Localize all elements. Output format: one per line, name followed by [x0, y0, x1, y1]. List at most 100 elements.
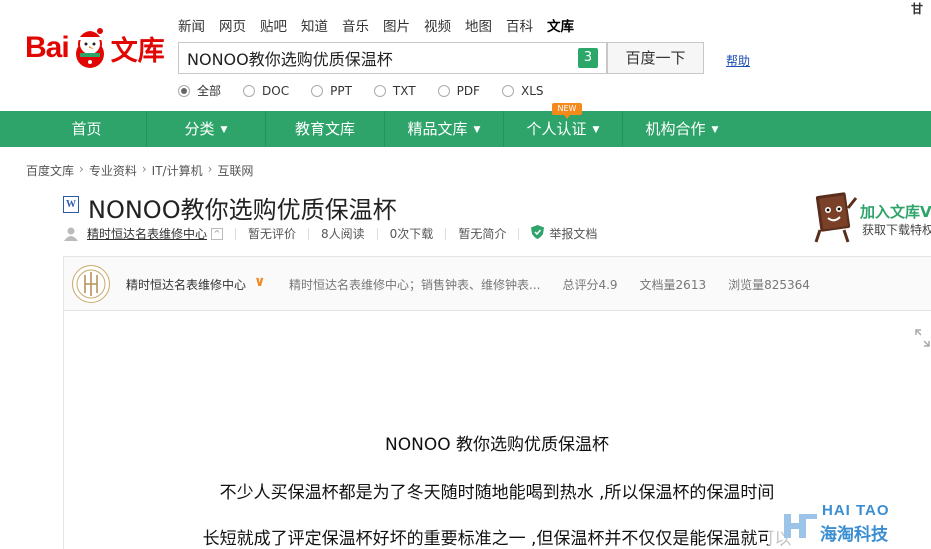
rating-text: 暂无评价	[248, 227, 297, 241]
haitao-watermark: HAI TAO 海淘科技	[768, 500, 923, 545]
breadcrumb: 百度文库 › 专业资料 › IT/计算机 › 互联网	[26, 162, 253, 179]
author-views: 浏览量825364	[728, 278, 810, 292]
search-button[interactable]: 百度一下	[607, 42, 704, 74]
divider	[445, 227, 447, 240]
author-doc-count: 文档量2613	[639, 278, 707, 292]
nav-premium-label: 精品文库	[407, 120, 468, 138]
avatar[interactable]	[72, 265, 110, 303]
caret-down-icon: ▼	[711, 125, 719, 135]
filetype-doc[interactable]: DOC	[243, 82, 289, 99]
caret-down-icon: ▼	[220, 125, 228, 135]
author-description: 精时恒达名表维修中心；销售钟表、维修钟表...	[289, 278, 541, 292]
help-link[interactable]: 帮助	[726, 52, 750, 69]
search-box: 3	[178, 42, 607, 74]
report-link[interactable]: 举报文档	[549, 225, 597, 242]
nav-education-label: 教育文库	[294, 120, 355, 138]
shield-icon	[531, 225, 545, 242]
nav-education[interactable]: 教育文库	[265, 111, 384, 147]
caret-down-icon: ▼	[473, 125, 481, 135]
filetype-txt[interactable]: TXT	[373, 82, 416, 99]
radio-txt[interactable]	[373, 84, 386, 97]
header: Bai 文库 新闻 网页 贴吧 知道 音乐 图片 视频 地图 百科 文库 NON…	[0, 0, 931, 111]
breadcrumb-item[interactable]: 互联网	[217, 162, 253, 179]
summary-text: 暂无简介	[458, 227, 507, 241]
nav-home-label: 首页	[71, 120, 102, 138]
author-name[interactable]: 精时恒达名表维修中心	[126, 276, 246, 293]
user-icon	[63, 227, 79, 241]
snowman-paw-icon	[70, 26, 110, 70]
nav-personal-cert[interactable]: 个人认证 ▼	[503, 111, 622, 147]
user-name-link[interactable]: 甘	[911, 0, 931, 17]
filetype-xls-label: XLS	[520, 83, 544, 98]
filetype-filter: 全部 DOC PPT TXT PDF XLS	[178, 82, 566, 99]
filetype-txt-label: TXT	[392, 83, 416, 98]
top-nav-zhidao[interactable]: 知道	[301, 15, 328, 35]
chevron-up-icon[interactable]: ^	[211, 227, 224, 240]
top-nav-wenku[interactable]: 文库	[547, 15, 574, 35]
join-title: 加入文库V	[860, 203, 931, 221]
top-nav-images[interactable]: 图片	[383, 15, 410, 35]
content-heading: NONOO 教你选购优质保温杯	[385, 435, 609, 455]
divider	[308, 227, 310, 240]
new-badge: NEW	[552, 103, 582, 119]
filetype-ppt-label: PPT	[330, 83, 352, 98]
filetype-all-label: 全部	[197, 84, 222, 98]
filetype-pdf[interactable]: PDF	[437, 82, 480, 99]
divider	[235, 227, 237, 240]
watermark-en: HAI TAO	[822, 502, 890, 519]
radio-pdf[interactable]	[437, 84, 450, 97]
join-wenku-promo[interactable]: 加入文库V 获取下载特权	[810, 188, 931, 248]
nav-home[interactable]: 首页	[27, 111, 146, 147]
filetype-ppt[interactable]: PPT	[311, 82, 352, 99]
top-nav-web[interactable]: 网页	[219, 15, 246, 35]
top-nav-tieba[interactable]: 贴吧	[260, 15, 287, 35]
join-subtitle: 获取下载特权	[862, 223, 931, 237]
document-title: NONOO教你选购优质保温杯	[88, 196, 397, 224]
author-info: 精时恒达名表维修中心；销售钟表、维修钟表... 总评分4.9 文档量2613 浏…	[289, 276, 832, 293]
divider	[376, 227, 378, 240]
nav-institution-label: 机构合作	[645, 120, 706, 138]
top-nav: 新闻 网页 贴吧 知道 音乐 图片 视频 地图 百科 文库	[178, 15, 588, 35]
radio-all[interactable]	[178, 84, 190, 97]
divider	[518, 227, 520, 240]
search-input[interactable]	[179, 43, 559, 73]
author-bar: 精时恒达名表维修中心 ∨ 精时恒达名表维修中心；销售钟表、维修钟表... 总评分…	[63, 256, 931, 311]
nav-personal-cert-label: 个人认证	[526, 120, 587, 138]
nav-institution[interactable]: 机构合作 ▼	[622, 111, 741, 147]
word-doc-icon: W	[63, 196, 79, 213]
radio-doc[interactable]	[243, 84, 256, 97]
top-nav-baike[interactable]: 百科	[506, 15, 533, 35]
top-nav-video[interactable]: 视频	[424, 15, 451, 35]
top-nav-map[interactable]: 地图	[465, 15, 492, 35]
baidu-wenku-logo[interactable]: Bai 文库	[25, 26, 165, 70]
radio-ppt[interactable]	[311, 84, 324, 97]
filetype-all[interactable]: 全部	[178, 82, 221, 99]
download-count: 0次下载	[389, 227, 434, 241]
chevron-down-icon[interactable]: ∨	[254, 274, 265, 290]
read-count: 8人阅读	[321, 227, 365, 241]
filetype-doc-label: DOC	[262, 83, 290, 98]
logo-wenku-text: 文库	[110, 35, 165, 67]
logo-bai-text: Bai	[25, 31, 70, 64]
nav-category[interactable]: 分类 ▼	[146, 111, 265, 147]
breadcrumb-item[interactable]: 专业资料	[89, 162, 137, 179]
chevron-right-icon: ›	[141, 162, 147, 176]
fullscreen-icon[interactable]	[914, 328, 931, 348]
chevron-right-icon: ›	[79, 162, 84, 176]
top-nav-news[interactable]: 新闻	[178, 15, 205, 35]
document-meta: 精时恒达名表维修中心 ^ 暂无评价 8人阅读 0次下载 暂无简介 举报文档	[63, 225, 597, 242]
chevron-right-icon: ›	[207, 162, 213, 176]
breadcrumb-item[interactable]: IT/计算机	[152, 162, 203, 179]
uploader-link[interactable]: 精时恒达名表维修中心	[87, 225, 207, 242]
top-nav-music[interactable]: 音乐	[342, 15, 369, 35]
author-total-score: 总评分4.9	[562, 278, 618, 292]
filetype-pdf-label: PDF	[456, 83, 480, 98]
caret-down-icon: ▼	[592, 125, 600, 135]
main-nav: 首页 分类 ▼ 教育文库 精品文库 ▼ 个人认证 ▼ 机构合作 ▼	[0, 111, 931, 147]
radio-xls[interactable]	[501, 84, 514, 97]
search-suggestion-count: 3	[578, 48, 598, 68]
filetype-xls[interactable]: XLS	[501, 82, 544, 99]
nav-premium[interactable]: 精品文库 ▼	[384, 111, 503, 147]
breadcrumb-item[interactable]: 百度文库	[26, 162, 74, 179]
nav-category-label: 分类	[184, 120, 215, 138]
